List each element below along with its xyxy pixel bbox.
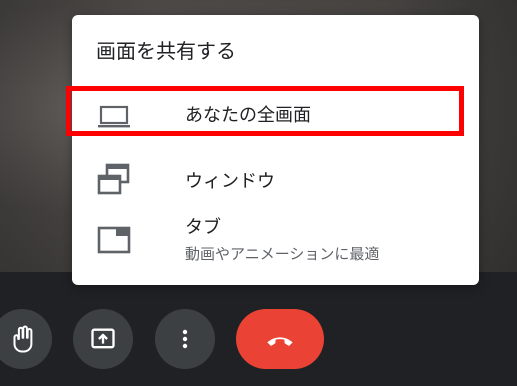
menu-item-entire-screen[interactable]: あなたの全画面: [72, 85, 479, 149]
share-screen-menu: 画面を共有する あなたの全画面 ウィンドウ タブ 動画やアニメーションに最適: [72, 15, 479, 285]
menu-item-sublabel: 動画やアニメーションに最適: [185, 245, 380, 263]
menu-item-label: あなたの全画面: [185, 105, 311, 126]
menu-title: 画面を共有する: [96, 39, 236, 63]
menu-item-window[interactable]: ウィンドウ: [72, 155, 479, 205]
laptop-icon: [96, 105, 132, 133]
menu-item-label: ウィンドウ: [185, 171, 275, 192]
menu-item-tab[interactable]: タブ 動画やアニメーションに最適: [72, 207, 479, 271]
end-call-icon: [267, 337, 293, 346]
present-screen-button[interactable]: [73, 309, 133, 369]
more-vert-icon: [182, 329, 188, 349]
menu-item-label: タブ: [185, 217, 221, 238]
window-icon: [96, 163, 132, 201]
present-screen-icon: [91, 328, 115, 349]
tab-icon: [96, 225, 132, 259]
end-call-button[interactable]: [236, 309, 324, 369]
raise-hand-icon: [13, 325, 33, 353]
more-options-button[interactable]: [155, 309, 215, 369]
